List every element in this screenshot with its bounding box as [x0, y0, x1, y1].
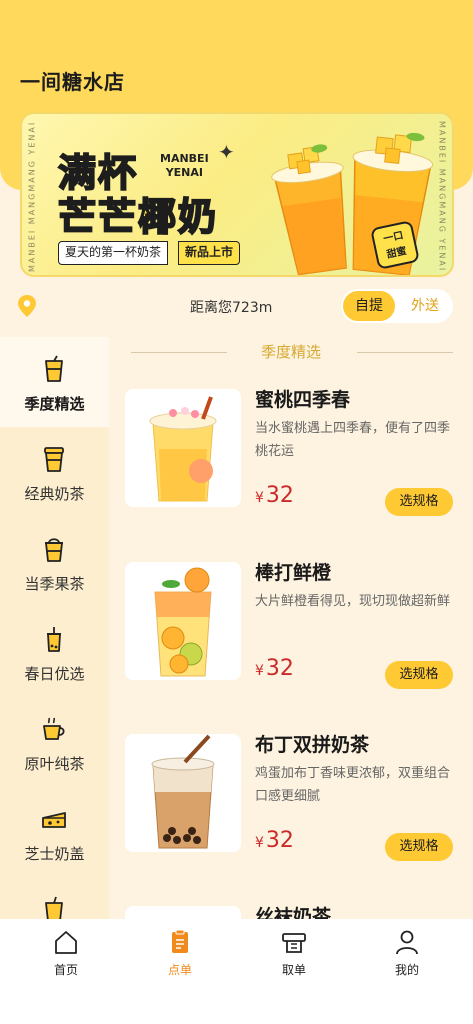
coffee-cup-icon [44, 447, 64, 472]
price-value: 32 [265, 656, 294, 681]
banner-side-text-left: MANBEI MANGMANG YENAI [27, 120, 37, 273]
sidebar-item-label: 经典奶茶 [24, 485, 85, 503]
promo-banner[interactable]: MANBEI MANGMANG YENAI MANBEI MANGMANG YE… [20, 112, 454, 277]
product-description: 当水蜜桃遇上四季春，便有了四季桃花运 [255, 421, 451, 459]
banner-brand-line1: MANBEI [160, 152, 209, 165]
cup-icon [45, 896, 63, 919]
product-name: 棒打鲜橙 [255, 562, 332, 584]
category-sidebar: 季度精选 经典奶茶 当季果茶 春日优选 原叶纯茶 芝士奶盖 [0, 337, 109, 919]
sidebar-item-label: 春日优选 [24, 665, 85, 683]
sidebar-item-cheese-foam[interactable]: 芝士奶盖 [0, 787, 109, 877]
select-spec-button[interactable]: 选规格 [385, 833, 453, 861]
sidebar-item-label: 原叶纯茶 [24, 755, 85, 773]
product-price: ¥32 [255, 656, 294, 681]
product-name: 丝袜奶茶 [255, 906, 332, 919]
peach-tea-image [149, 396, 217, 502]
select-spec-button[interactable]: 选规格 [385, 488, 453, 516]
sidebar-item-label: 芝士奶盖 [24, 845, 85, 863]
product-image [125, 906, 241, 919]
bottom-tab-bar: 首页 点单 取单 我的 [0, 919, 473, 1024]
select-spec-button[interactable]: 选规格 [385, 661, 453, 689]
product-item[interactable]: 布丁双拼奶茶 鸡蛋加布丁香味更浓郁，双重组合口感更细腻 ¥32 选规格 [109, 734, 473, 894]
banner-new-badge: 新品上市 [178, 241, 241, 265]
sparkle-icon: ✦ [218, 140, 235, 164]
price-currency: ¥ [255, 835, 264, 851]
user-icon [396, 930, 418, 955]
banner-brand: MANBEI YENAI [160, 152, 209, 180]
product-image [125, 734, 241, 852]
product-description: 大片鲜橙看得见，现切现做超新鲜 [255, 594, 451, 609]
cup-icon [45, 355, 63, 382]
sidebar-item-leaf-tea[interactable]: 原叶纯茶 [0, 697, 109, 787]
mode-delivery-button[interactable]: 外送 [399, 291, 451, 321]
page-title: 一间糖水店 [20, 70, 125, 94]
product-item[interactable]: 丝袜奶茶 [109, 906, 473, 919]
store-distance: 距离您723m [190, 300, 273, 316]
location-bar: 距离您723m 自提 外送 [0, 280, 473, 332]
product-item[interactable]: 棒打鲜橙 大片鲜橙看得见，现切现做超新鲜 ¥32 选规格 [109, 562, 473, 722]
product-list: 季度精选 蜜桃四季春 当水蜜桃遇上四季春，便有了四季桃花运 ¥32 选规格 棒打… [109, 337, 473, 919]
sidebar-item-label: 当季果茶 [24, 575, 85, 593]
sidebar-item-label: 季度精选 [24, 395, 85, 413]
order-icon [172, 929, 188, 953]
product-image [125, 562, 241, 680]
sidebar-item-seasonal[interactable]: 季度精选 [0, 337, 109, 427]
home-icon [55, 931, 77, 954]
product-description: 鸡蛋加布丁香味更浓郁，双重组合口感更细腻 [255, 766, 451, 804]
mode-pickup-button[interactable]: 自提 [343, 291, 395, 321]
product-image [125, 389, 241, 507]
sidebar-item-seasonal-fruit-tea[interactable]: 当季果茶 [0, 517, 109, 607]
banner-tagline: 夏天的第一杯奶茶 [58, 241, 169, 265]
tab-label: 点单 [167, 963, 192, 977]
banner-headline-line2: 芒芒椰奶 [57, 194, 219, 240]
delivery-mode-toggle[interactable]: 自提 外送 [341, 289, 453, 323]
bubble-tea-icon [47, 627, 61, 652]
banner-brand-line2: YENAI [165, 166, 203, 179]
sidebar-item-more[interactable] [0, 877, 109, 919]
pudding-milk-tea-image [151, 734, 215, 849]
product-name: 蜜桃四季春 [255, 389, 351, 411]
location-pin-icon [18, 295, 36, 317]
sidebar-item-spring-picks[interactable]: 春日优选 [0, 607, 109, 697]
product-name: 布丁双拼奶茶 [255, 734, 370, 756]
pickup-icon [282, 933, 306, 953]
price-currency: ¥ [255, 490, 264, 506]
price-value: 32 [265, 828, 294, 853]
cheese-icon [42, 812, 66, 828]
tab-label: 我的 [394, 963, 419, 977]
cup-lid-icon [45, 538, 63, 562]
price-value: 32 [265, 483, 294, 508]
price-currency: ¥ [255, 663, 264, 679]
orange-tea-image [154, 567, 212, 677]
banner-sticker: 一口 甜蜜 [370, 220, 420, 270]
tab-profile[interactable]: 我的 [367, 929, 447, 989]
product-price: ¥32 [255, 828, 294, 853]
tab-order[interactable]: 点单 [140, 929, 220, 989]
tea-mug-icon [43, 717, 65, 740]
tab-label: 首页 [53, 963, 78, 977]
product-price: ¥32 [255, 483, 294, 508]
tab-label: 取单 [281, 963, 306, 977]
product-item[interactable]: 蜜桃四季春 当水蜜桃遇上四季春，便有了四季桃花运 ¥32 选规格 [109, 389, 473, 549]
section-divider [357, 352, 453, 353]
tab-home[interactable]: 首页 [26, 929, 106, 989]
tab-pickup[interactable]: 取单 [254, 929, 334, 989]
sidebar-item-classic-milk-tea[interactable]: 经典奶茶 [0, 427, 109, 517]
